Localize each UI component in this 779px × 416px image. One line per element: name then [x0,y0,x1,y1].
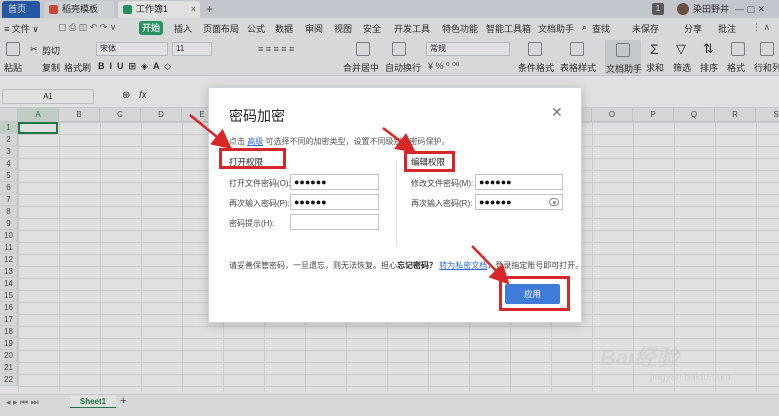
arrow-open-permission [189,114,232,150]
arrow-apply [471,245,510,285]
watermark-logo: Bai经验 [600,345,679,370]
watermark-url: jingyan.baidu.com [650,372,731,383]
arrow-edit-permission [382,127,416,154]
